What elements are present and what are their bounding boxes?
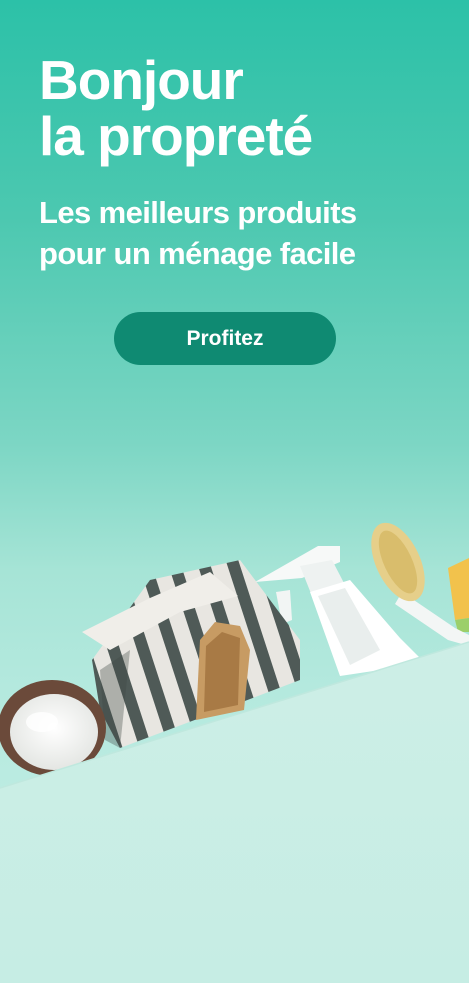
headline-line-1: Bonjour	[39, 49, 244, 111]
subheadline: Les meilleurs produits pour un ménage fa…	[39, 192, 357, 274]
wooden-scrub-brush	[196, 622, 250, 720]
headline: Bonjour la propreté	[39, 49, 313, 167]
headline-line-2: la propreté	[39, 105, 313, 167]
subheadline-line-2: pour un ménage facile	[39, 236, 356, 271]
subheadline-line-1: Les meilleurs produits	[39, 195, 357, 230]
promo-banner: Bonjour la propreté Les meilleurs produi…	[0, 0, 469, 983]
cleaning-products-image	[0, 522, 469, 983]
profitez-button[interactable]: Profitez	[114, 312, 336, 365]
sponge	[448, 558, 469, 632]
